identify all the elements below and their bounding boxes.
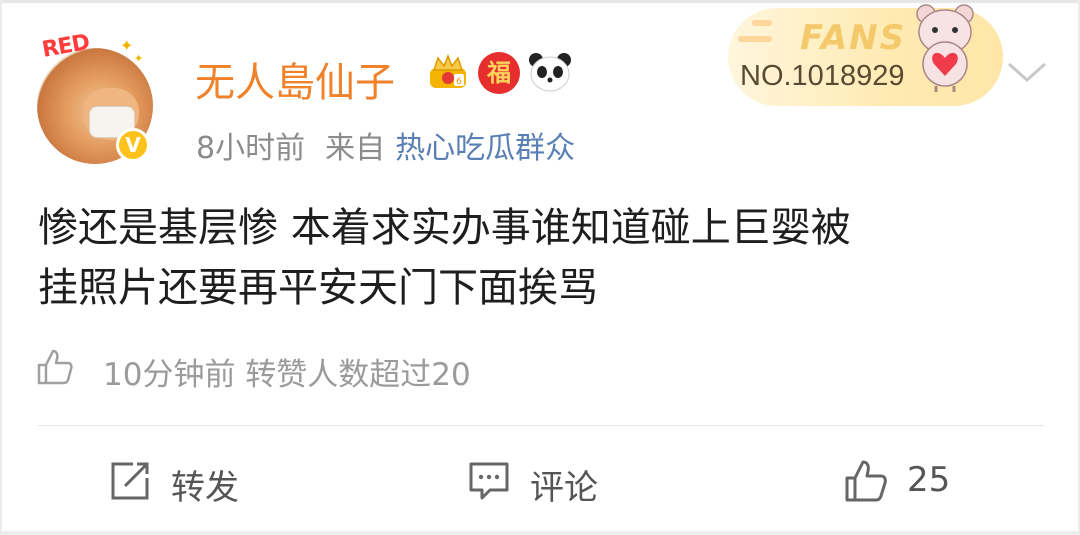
svg-text:6: 6: [456, 77, 462, 87]
likes-info-text: 10分钟前 转赞人数超过20: [103, 357, 471, 393]
fans-card-decoration: [738, 20, 772, 52]
repost-icon: [111, 462, 149, 500]
thumb-up-icon: [37, 349, 73, 385]
sparkle-icon: ✦: [120, 36, 134, 55]
source-link[interactable]: 热心吃瓜群众: [395, 131, 575, 166]
fans-label: FANS: [800, 18, 907, 58]
post-content-line: 挂照片还要再平安天门下面挨骂: [38, 265, 598, 311]
post-content: 惨还是基层惨 本着求实办事谁知道碰上巨婴被 挂照片还要再平安天门下面挨骂: [38, 198, 1048, 318]
divider: [38, 425, 1044, 426]
fans-number: NO.1018929: [740, 60, 905, 92]
sparkle-icon: ✦: [134, 52, 144, 65]
post-content-line: 惨还是基层惨 本着求实办事谁知道碰上巨婴被: [38, 205, 851, 251]
like-count: 25: [907, 460, 951, 500]
bottom-border: [0, 531, 1080, 535]
comment-icon: [469, 462, 509, 500]
verified-icon: V: [116, 128, 150, 162]
panda-icon[interactable]: [528, 52, 572, 92]
thumb-up-icon: [845, 460, 887, 502]
from-label: 来自: [325, 131, 386, 166]
left-border: [0, 0, 2, 535]
fu-badge-icon[interactable]: 福: [478, 52, 520, 94]
chevron-down-icon[interactable]: [1005, 58, 1049, 86]
repost-label: 转发: [171, 468, 239, 508]
post-time: 8小时前: [196, 131, 306, 166]
comment-label: 评论: [530, 468, 598, 508]
crown-badge-icon[interactable]: 6: [428, 52, 468, 92]
bear-heart-icon: [916, 4, 974, 92]
username[interactable]: 无人島仙子: [195, 50, 395, 108]
post-meta: 8小时前 来自 热心吃瓜群众: [196, 123, 595, 167]
